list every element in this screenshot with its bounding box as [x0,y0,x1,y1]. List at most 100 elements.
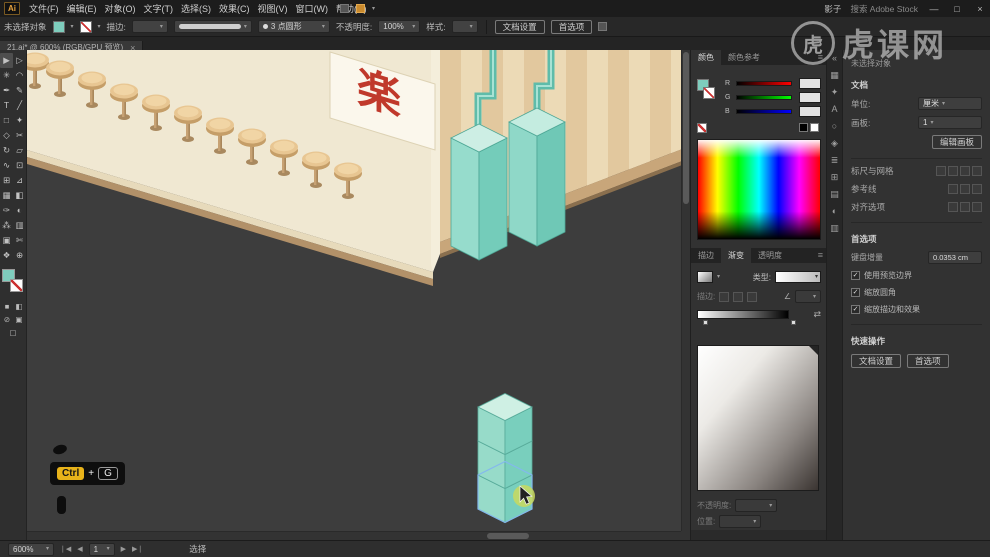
shaper-tool[interactable]: ◇ [0,128,13,143]
artboard-nav-field[interactable]: 1 ▾ [88,542,115,556]
brush-definition-select[interactable]: 3 点圆形 ▾ [257,20,330,33]
stroke-color-swatch[interactable] [79,20,92,33]
screen-mode-icon[interactable]: ▢ [8,327,18,338]
style-select[interactable]: ▾ [451,20,478,33]
rotate-tool[interactable]: ↻ [0,143,13,158]
column-graph-tool[interactable]: ▥ [13,218,26,233]
panel-menu-icon[interactable]: ≡ [814,50,827,65]
b-slider[interactable] [736,108,792,114]
white-swatch[interactable] [810,123,819,132]
free-transform-tool[interactable]: ⊡ [13,158,26,173]
menu-edit[interactable]: 编辑(E) [67,2,97,15]
artboard-select[interactable]: 1 ▾ [918,116,982,129]
tab-transparency[interactable]: 透明度 [751,248,789,263]
selection-tool[interactable]: ▶ [0,53,13,68]
menu-object[interactable]: 对象(O) [105,2,136,15]
gradient-location-field[interactable]: ▾ [719,515,762,528]
teal-prism-right[interactable] [508,107,566,247]
smart-guides-icon[interactable] [972,184,982,194]
g-value-field[interactable] [799,91,821,103]
quick-preferences-button[interactable]: 首选项 [907,354,949,368]
direct-selection-tool[interactable]: ▷ [13,53,26,68]
r-value-field[interactable] [799,77,821,89]
swatches-icon[interactable]: ▦ [827,67,842,84]
show-transparency-grid-icon[interactable] [960,166,970,176]
symbol-sprayer-tool[interactable]: ⁂ [0,218,13,233]
curvature-tool[interactable]: ✎ [13,83,26,98]
perspective-grid-tool[interactable]: ⊿ [13,173,26,188]
slice-tool[interactable]: ✄ [13,233,26,248]
first-artboard-icon[interactable]: ❘◀ [60,545,71,553]
adobe-stock-search[interactable]: 搜索 Adobe Stock [850,3,918,15]
menu-select[interactable]: 选择(S) [181,2,211,15]
gradient-swatch[interactable] [697,271,713,283]
stroke-weight-select[interactable]: ▾ [131,20,168,33]
fill-stroke-widget[interactable] [0,269,26,297]
mesh-tool[interactable]: ▦ [0,188,13,203]
last-artboard-icon[interactable]: ▶❘ [132,545,143,553]
fill-color-icon[interactable]: ■ [2,301,12,312]
lasso-tool[interactable]: ◠ [13,68,26,83]
menu-type[interactable]: 文字(T) [144,2,174,15]
gradient-tool[interactable]: ◧ [13,188,26,203]
arrange-documents-icon[interactable] [340,4,349,13]
magic-wand-tool[interactable]: ✳ [0,68,13,83]
eyedropper-tool[interactable]: ✑ [0,203,13,218]
show-pixel-grid-icon[interactable] [972,166,982,176]
document-setup-button[interactable]: 文档设置 [494,19,545,34]
eraser-tool[interactable]: ✂ [13,128,26,143]
previous-artboard-icon[interactable]: ◀ [77,545,82,553]
gpu-performance-icon[interactable] [356,4,365,13]
show-rulers-icon[interactable] [936,166,946,176]
maximize-button[interactable]: □ [950,4,964,14]
artboard-tool[interactable]: ▣ [0,233,13,248]
opacity-select[interactable]: 100% ▾ [378,20,421,33]
vertical-scrollbar[interactable] [681,50,690,531]
toolbar-stroke-swatch[interactable] [10,279,23,292]
panel-menu-icon[interactable]: ≡ [814,248,827,263]
tab-gradient[interactable]: 渐变 [721,248,751,263]
graphic-styles-icon[interactable]: ◈ [827,135,842,152]
horizontal-scrollbar-thumb[interactable] [487,533,529,539]
shape-builder-tool[interactable]: ⊞ [0,173,13,188]
scale-tool[interactable]: ▱ [13,143,26,158]
g-slider[interactable] [736,94,792,100]
zoom-level-select[interactable]: 600% ▾ [8,542,54,556]
bw-swatches[interactable] [799,123,819,132]
lock-guides-icon[interactable] [960,184,970,194]
paintbrush-tool[interactable]: ✦ [13,113,26,128]
artboards-icon[interactable]: ⊞ [827,169,842,186]
rectangle-tool[interactable]: □ [0,113,13,128]
next-artboard-icon[interactable]: ▶ [121,545,126,553]
gradient-preview[interactable] [697,345,819,491]
preferences-button[interactable]: 首选项 [550,19,593,34]
width-profile-select[interactable]: ▾ [173,20,252,33]
snap-grid-icon[interactable] [948,202,958,212]
none-swatch[interactable] [697,123,707,133]
gradient-stop[interactable] [703,320,708,325]
black-swatch[interactable] [799,123,808,132]
align-panel-icon[interactable] [598,22,608,31]
pathfinder-icon[interactable]: ◐ [827,203,842,220]
menu-window[interactable]: 窗口(W) [296,2,329,15]
unit-select[interactable]: 厘米 ▾ [918,97,982,110]
snap-pixel-icon[interactable] [960,202,970,212]
gradient-opacity-field[interactable]: ▾ [735,499,778,512]
layers-icon[interactable]: ≣ [827,152,842,169]
type-tool[interactable]: T [0,98,13,113]
panel-stroke-swatch[interactable] [703,87,715,99]
draw-mode-icon[interactable]: ▣ [14,314,24,325]
horizontal-scrollbar[interactable] [27,531,681,540]
zoom-tool[interactable]: ⊕ [13,248,26,263]
b-value-field[interactable] [799,105,821,117]
app-logo-icon[interactable]: Ai [4,2,20,15]
appearance-icon[interactable]: ○ [827,118,842,135]
stroke-gradient-across-icon[interactable] [747,291,758,302]
edit-artboards-button[interactable]: 编辑画板 [931,135,982,149]
align-icon[interactable]: ▤ [827,186,842,203]
show-grid-icon[interactable] [948,166,958,176]
teal-prism-left[interactable] [450,123,508,261]
artwork-scene[interactable]: 楽 [27,50,690,540]
gradient-stop[interactable] [791,320,796,325]
close-button[interactable]: × [973,4,987,14]
